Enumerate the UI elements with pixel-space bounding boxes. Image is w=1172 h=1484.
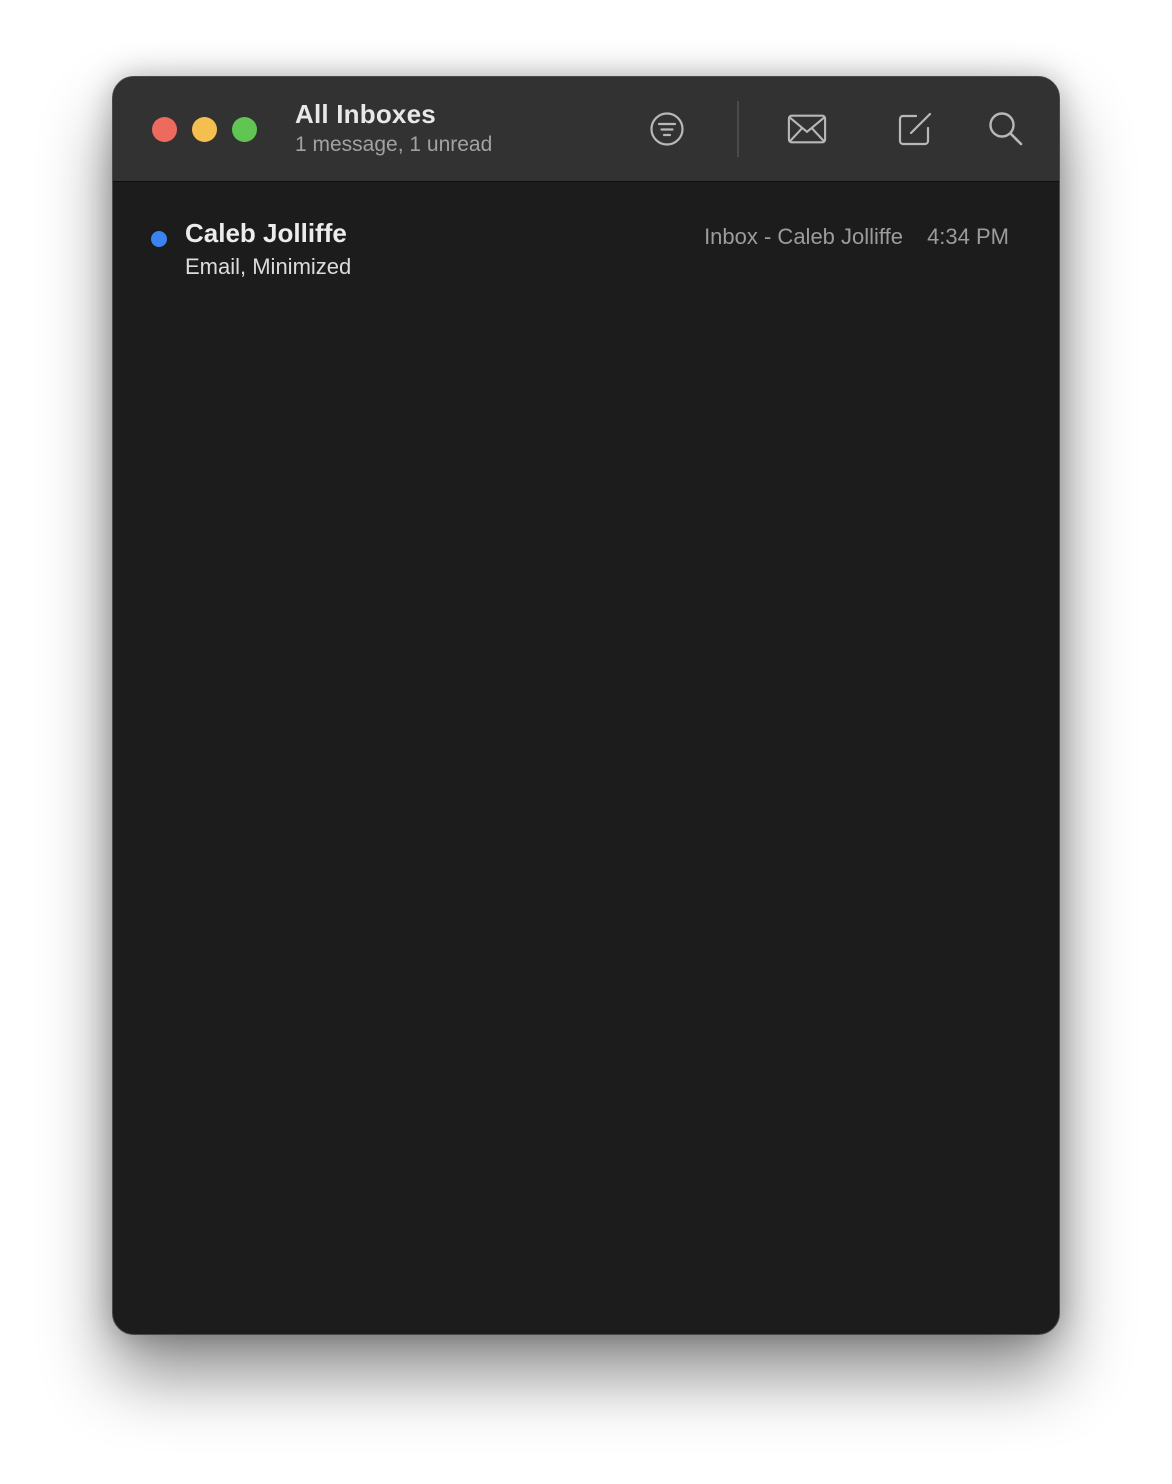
compose-icon[interactable] xyxy=(895,109,935,149)
envelope-icon[interactable] xyxy=(787,109,827,149)
message-subject: Email, Minimized xyxy=(185,254,352,279)
mail-window: All Inboxes 1 message, 1 unread Caleb Jo… xyxy=(112,76,1060,1335)
filter-icon[interactable] xyxy=(647,109,687,149)
message-list: Caleb Jolliffe Email, Minimized Inbox - … xyxy=(113,182,1059,282)
close-window-button[interactable] xyxy=(152,117,177,142)
message-mailbox: Inbox - Caleb Jolliffe xyxy=(704,224,903,249)
maximize-window-button[interactable] xyxy=(232,117,257,142)
unread-indicator xyxy=(151,231,167,247)
search-icon[interactable] xyxy=(986,109,1026,149)
minimize-window-button[interactable] xyxy=(192,117,217,142)
message-row[interactable]: Caleb Jolliffe Email, Minimized Inbox - … xyxy=(113,182,1059,282)
window-subtitle: 1 message, 1 unread xyxy=(295,133,493,156)
toolbar-separator xyxy=(737,101,739,157)
titlebar: All Inboxes 1 message, 1 unread xyxy=(113,77,1059,182)
window-title: All Inboxes xyxy=(295,99,436,129)
message-time: 4:34 PM xyxy=(927,224,1009,249)
message-sender: Caleb Jolliffe xyxy=(185,218,347,248)
